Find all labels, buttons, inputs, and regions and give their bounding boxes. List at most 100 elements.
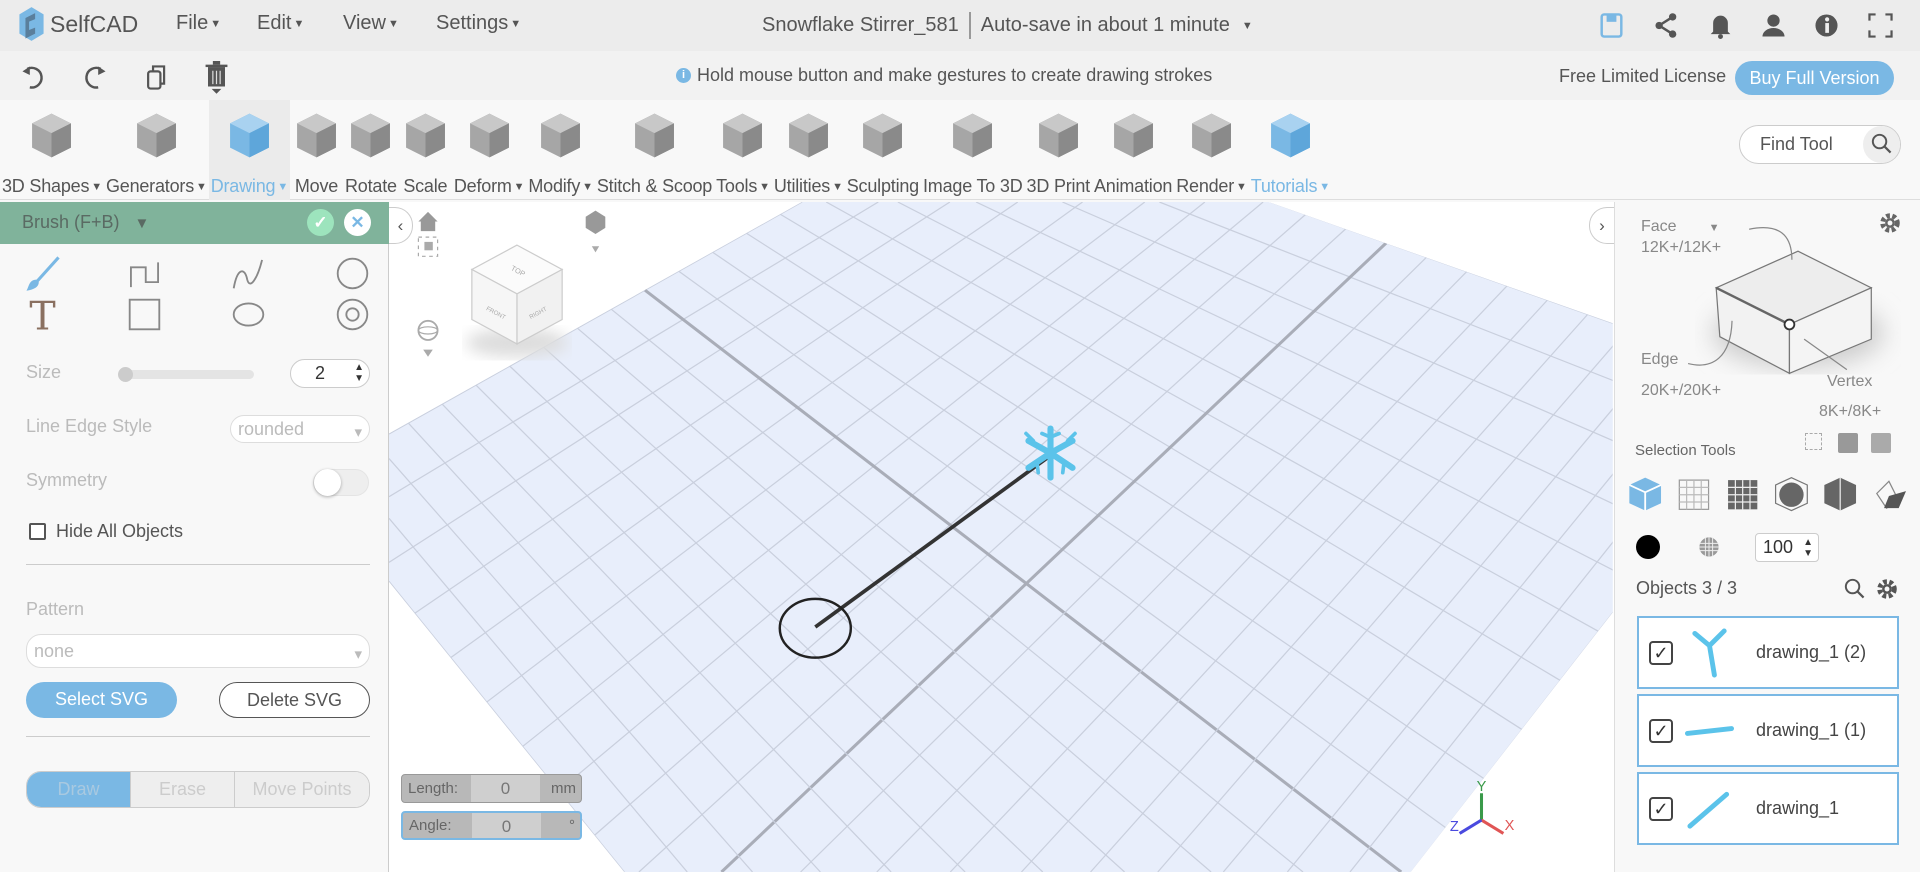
brush-tool-icon[interactable]	[24, 255, 61, 292]
toolbar-animation[interactable]: Animation	[1092, 100, 1174, 200]
toolbar-modify[interactable]: Modify ▼	[526, 100, 595, 200]
toolbar-render[interactable]: Render ▼	[1174, 100, 1249, 200]
toolbar-deform[interactable]: Deform ▼	[452, 100, 527, 200]
angle-value[interactable]: 0	[472, 813, 541, 838]
object-list-item[interactable]: ✓ drawing_1 (2)	[1637, 616, 1899, 689]
perspective-camera-icon[interactable]	[582, 207, 609, 256]
search-icon[interactable]	[1863, 126, 1900, 163]
length-input[interactable]: Length: 0 mm	[401, 774, 582, 803]
info-icon[interactable]	[1813, 12, 1840, 39]
home-view-icon[interactable]	[416, 209, 440, 258]
size-slider[interactable]	[118, 367, 254, 382]
toggle-knob[interactable]	[314, 469, 341, 496]
object-list-item[interactable]: ✓ drawing_1 (1)	[1637, 694, 1899, 767]
menu-view[interactable]: View ▼	[343, 12, 399, 35]
redo-icon[interactable]	[81, 64, 108, 91]
hint-label: Hold mouse button and make gestures to c…	[697, 65, 1213, 85]
orbit-view-icon[interactable]	[416, 318, 440, 362]
save-icon[interactable]	[1598, 12, 1625, 39]
toolbar-scale[interactable]: Scale	[399, 100, 452, 200]
angle-input[interactable]: Angle: 0 °	[401, 811, 582, 840]
divider	[968, 12, 971, 39]
size-label: Size	[26, 362, 62, 382]
toolbar-utilities[interactable]: Utilities ▼	[772, 100, 845, 200]
find-tool-input[interactable]: Find Tool	[1739, 125, 1901, 164]
menu-edit[interactable]: Edit ▼	[257, 12, 304, 35]
toolbar-generators[interactable]: Generators ▼	[104, 100, 209, 200]
toolbar-tutorials[interactable]: Tutorials ▼	[1249, 100, 1332, 200]
toolbar-sculpting[interactable]: Sculpting	[845, 100, 921, 200]
share-icon[interactable]	[1653, 12, 1680, 39]
pattern-select[interactable]: none	[26, 634, 370, 671]
close-icon[interactable]: ✕	[344, 209, 371, 236]
search-objects-icon[interactable]	[1844, 578, 1866, 600]
stepper-arrows-icon[interactable]: ▲ ▼	[1803, 537, 1813, 559]
stepper-arrows-icon[interactable]: ▲ ▼	[354, 362, 364, 384]
opacity-stepper[interactable]: 100 ▲ ▼	[1755, 533, 1819, 562]
draw-mode-button[interactable]: Draw	[27, 772, 130, 807]
axis-y-label: Y	[1477, 779, 1487, 795]
slider-handle[interactable]	[118, 367, 133, 382]
user-icon[interactable]	[1760, 12, 1787, 39]
menu-file[interactable]: File ▼	[176, 12, 221, 35]
objects-list[interactable]: ✓ drawing_1 (2) ✓ drawing_1 (1) ✓ drawing_1	[1615, 616, 1920, 872]
find-tool-placeholder: Find Tool	[1760, 134, 1833, 154]
3d-viewport[interactable]: ‹ TOP FRONT RIGHT Length: 0 mm Angle: 0 ° YX…	[389, 202, 1614, 872]
buy-full-version-button[interactable]: Buy Full Version	[1735, 61, 1894, 95]
hide-all-objects-checkbox[interactable]	[29, 523, 46, 540]
size-stepper[interactable]: 2 ▲ ▼	[290, 359, 370, 388]
document-title[interactable]: Snowflake Stirrer_581	[762, 14, 959, 37]
view-cube[interactable]: TOP FRONT RIGHT	[462, 239, 572, 361]
objects-settings-gear-icon[interactable]	[1876, 578, 1898, 600]
polyline-tool-icon[interactable]	[126, 255, 163, 292]
toolbar-drawing[interactable]: Drawing ▼	[208, 100, 290, 200]
select-svg-button[interactable]: Select SVG	[26, 682, 177, 718]
hide-all-objects-label[interactable]: Hide All Objects	[56, 521, 183, 542]
logo[interactable]: SelfCAD	[17, 7, 138, 41]
rectangle-tool-icon[interactable]	[126, 296, 163, 333]
text-tool-icon[interactable]: T	[24, 296, 61, 333]
toolbar-3d-shapes[interactable]: 3D Shapes ▼	[0, 100, 104, 200]
color-picker-button[interactable]	[1636, 535, 1660, 559]
undo-icon[interactable]	[20, 64, 47, 91]
box-select-icon[interactable]	[1805, 433, 1822, 450]
confirm-check-icon[interactable]: ✓	[307, 209, 334, 236]
toolbar-image-to-3d[interactable]: Image To 3D	[921, 100, 1025, 200]
object-visible-checkbox[interactable]: ✓	[1649, 796, 1673, 821]
toolbar-label: Animation	[1093, 176, 1173, 196]
erase-mode-button[interactable]: Erase	[130, 772, 234, 807]
toolbar-tools[interactable]: Tools ▼	[714, 100, 772, 200]
symmetry-toggle[interactable]	[313, 469, 369, 496]
scene-canvas[interactable]	[389, 202, 1614, 872]
bell-icon[interactable]	[1707, 12, 1734, 39]
dropdown-caret-icon[interactable]: ▼	[135, 215, 150, 232]
vertex-label[interactable]: Vertex	[1827, 373, 1872, 391]
toolbar-move[interactable]: Move	[290, 100, 343, 200]
ring-tool-icon[interactable]	[334, 296, 371, 333]
length-value[interactable]: 0	[471, 775, 540, 802]
autosave-status[interactable]: Auto-save in about 1 minute	[981, 14, 1230, 37]
material-sphere-icon[interactable]	[1697, 535, 1721, 559]
line-edge-style-select[interactable]: rounded	[230, 415, 370, 446]
delete-svg-button[interactable]: Delete SVG	[219, 682, 370, 718]
circle-tool-icon[interactable]	[334, 255, 371, 292]
copy-icon[interactable]	[142, 64, 169, 91]
curve-tool-icon[interactable]	[230, 255, 267, 292]
select-through-icon[interactable]	[1871, 433, 1891, 453]
ellipse-tool-icon[interactable]	[230, 296, 267, 333]
toolbar-stitch-scoop[interactable]: Stitch & Scoop	[595, 100, 714, 200]
toolbar-rotate[interactable]: Rotate	[343, 100, 399, 200]
toolbar-3d-print[interactable]: 3D Print	[1025, 100, 1092, 200]
selection-mode-diagram[interactable]	[1688, 217, 1908, 388]
brush-panel-title[interactable]: Brush (F+B)	[22, 212, 120, 232]
edge-label[interactable]: Edge	[1641, 351, 1678, 369]
move-points-mode-button[interactable]: Move Points	[234, 772, 369, 807]
select-connected-icon[interactable]	[1838, 433, 1858, 453]
object-visible-checkbox[interactable]: ✓	[1649, 640, 1673, 665]
delete-icon[interactable]	[203, 61, 230, 95]
object-visible-checkbox[interactable]: ✓	[1649, 718, 1673, 743]
object-list-item[interactable]: ✓ drawing_1	[1637, 772, 1899, 845]
chevron-down-icon[interactable]: ▼	[1242, 20, 1253, 32]
menu-settings[interactable]: Settings ▼	[436, 12, 521, 35]
fullscreen-icon[interactable]	[1867, 12, 1894, 39]
